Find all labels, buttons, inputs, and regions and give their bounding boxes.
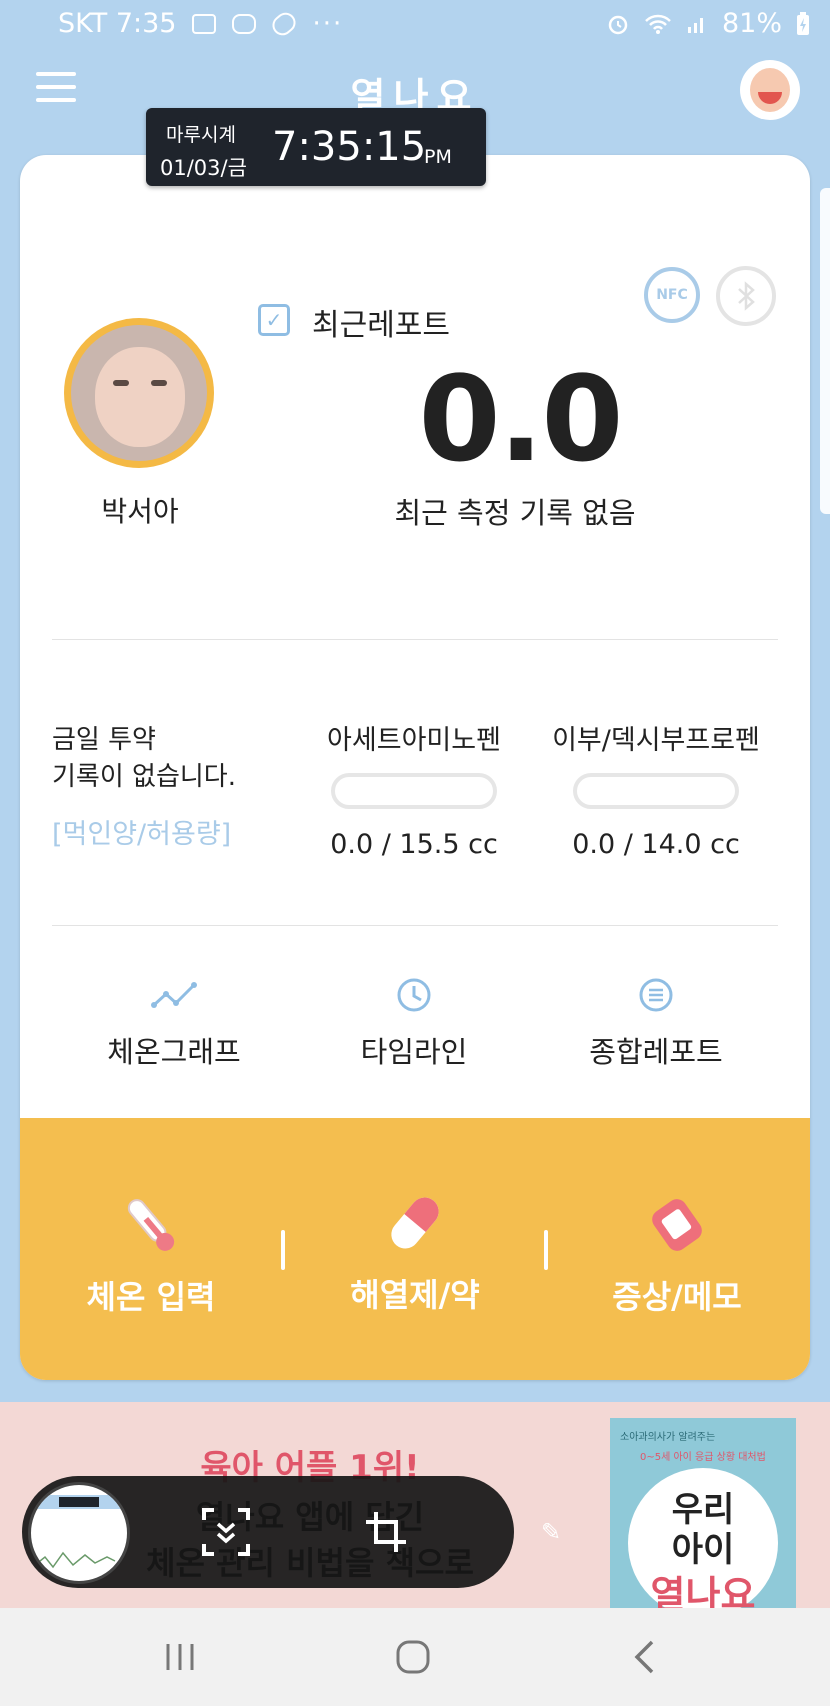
- bandage-icon: [652, 1199, 702, 1251]
- medication-ibuprofen[interactable]: 이부/덱시부프로펜 0.0 / 14.0 cc: [536, 718, 776, 860]
- action-separator: [281, 1230, 285, 1270]
- clock-time: 7:35:15: [272, 124, 427, 170]
- alarm-icon: [608, 15, 628, 34]
- baby-face-icon: [750, 68, 790, 112]
- clock-date: 01/03/금: [160, 156, 247, 180]
- book-cover: 소아과의사가 알려주는 0~5세 아이 응급 상황 대처법 우리 아이 열나요: [610, 1418, 796, 1618]
- recent-report-label: 최근레포트: [312, 308, 450, 343]
- crop-button[interactable]: [356, 1502, 416, 1562]
- graph-icon: [151, 982, 197, 1008]
- action-label: 체온 입력: [86, 1278, 216, 1316]
- thumb-clock: [59, 1497, 99, 1507]
- nav-label: 체온그래프: [107, 1035, 241, 1069]
- medication-summary-line2: 기록이 없습니다.: [52, 762, 236, 792]
- bluetooth-icon: [738, 281, 755, 311]
- book-subtitle: 0~5세 아이 응급 상황 대처법: [640, 1452, 766, 1463]
- temperature-value: 0.0: [418, 350, 623, 488]
- more-notifications-icon: ···: [312, 8, 344, 39]
- clock-name: 마루시계: [166, 124, 236, 146]
- carrier-time: SKT 7:35: [58, 8, 177, 39]
- signal-icon: [687, 17, 703, 33]
- scroll-capture-icon: [202, 1508, 250, 1556]
- thermometer-icon: [127, 1199, 175, 1251]
- clock-ampm: PM: [424, 146, 452, 168]
- scrollbar[interactable]: [820, 188, 830, 514]
- medication-summary-line1: 금일 투약: [52, 725, 156, 755]
- home-icon: [396, 1640, 430, 1674]
- medication-name: 이부/덱시부프로펜: [552, 725, 760, 756]
- clock-icon: [397, 978, 431, 1012]
- nav-label: 종합레포트: [589, 1035, 723, 1069]
- divider: [52, 925, 778, 926]
- report-check-icon: ✓: [258, 304, 290, 336]
- blog-icon: [232, 13, 257, 34]
- link-icon: [268, 8, 301, 39]
- nav-full-report[interactable]: 종합레포트: [536, 975, 776, 1071]
- medication-acetaminophen[interactable]: 아세트아미노펜 0.0 / 15.5 cc: [294, 718, 534, 860]
- list-icon: [639, 978, 673, 1012]
- fever-medicine-button[interactable]: 해열제/약: [300, 1188, 530, 1316]
- child-photo: [71, 325, 207, 461]
- dose-allowance-link[interactable]: [먹인양/허용량]: [52, 812, 231, 851]
- medication-summary: 금일 투약 기록이 없습니다.: [52, 722, 236, 796]
- dose-value: 0.0 / 15.5 cc: [330, 829, 498, 860]
- action-label: 해열제/약: [350, 1276, 480, 1314]
- pill-icon: [391, 1197, 439, 1249]
- edit-button[interactable]: ✎: [536, 1518, 566, 1548]
- baby-eye: [113, 380, 129, 386]
- action-separator: [544, 1230, 548, 1270]
- nav-timeline[interactable]: 타임라인: [294, 975, 534, 1071]
- scroll-capture-button[interactable]: [196, 1502, 256, 1562]
- bluetooth-button[interactable]: [716, 266, 776, 326]
- battery-percent: 81%: [721, 8, 782, 39]
- dose-progress-bar: [331, 773, 497, 809]
- crop-icon: [366, 1512, 406, 1552]
- divider: [52, 639, 778, 640]
- nfc-button[interactable]: NFC: [644, 267, 700, 323]
- nav-label: 타임라인: [360, 1035, 468, 1069]
- back-icon: [634, 1640, 654, 1674]
- baby-face: [95, 347, 185, 447]
- medication-name: 아세트아미노펜: [327, 725, 501, 756]
- nav-temperature-graph[interactable]: 체온그래프: [54, 975, 294, 1071]
- book-tag: 소아과의사가 알려주는: [620, 1432, 716, 1443]
- status-bar: SKT 7:35 ··· 81%: [0, 0, 830, 52]
- battery-charging-icon: [797, 11, 809, 35]
- back-button[interactable]: [614, 1634, 674, 1680]
- temperature-input-button[interactable]: 체온 입력: [36, 1190, 266, 1318]
- home-button[interactable]: [383, 1634, 443, 1680]
- symptom-memo-button[interactable]: 증상/메모: [562, 1190, 792, 1318]
- child-avatar[interactable]: [64, 318, 214, 468]
- screenshot-thumbnail[interactable]: [28, 1482, 130, 1584]
- profile-button[interactable]: [740, 60, 800, 120]
- recents-icon: [166, 1644, 194, 1670]
- system-navigation-bar: [0, 1608, 830, 1706]
- child-name: 박서아: [101, 495, 179, 528]
- baby-eye: [151, 380, 167, 386]
- pencil-icon: ✎: [540, 1518, 562, 1546]
- image-icon: [192, 13, 217, 34]
- action-label: 증상/메모: [612, 1278, 742, 1316]
- wifi-icon: [645, 14, 671, 34]
- thumb-graph: [34, 1551, 116, 1569]
- dose-progress-bar: [573, 773, 739, 809]
- recents-button[interactable]: [150, 1634, 210, 1680]
- no-record-text: 최근 측정 기록 없음: [394, 496, 636, 530]
- floating-clock[interactable]: 마루시계 01/03/금 7:35:15 PM: [146, 108, 486, 186]
- dose-value: 0.0 / 14.0 cc: [572, 829, 740, 860]
